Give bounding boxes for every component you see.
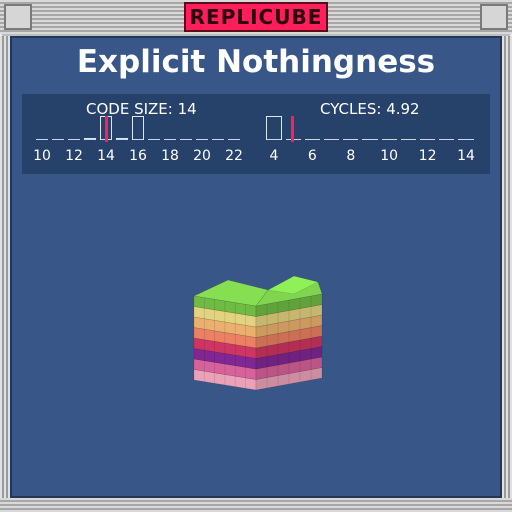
code-size-bin-baseline — [163, 139, 177, 140]
cycles-score-marker — [290, 116, 294, 142]
code-size-bar — [115, 137, 129, 140]
window-corner-left — [4, 4, 32, 30]
code-size-bin-baseline — [179, 139, 193, 140]
cycles-bin-baseline — [381, 139, 397, 140]
cycles-bin-baseline — [362, 139, 378, 140]
cycles-tick-label: 6 — [307, 148, 317, 164]
cycles-bin-baseline — [304, 139, 321, 140]
code-size-tick-label: 20 — [193, 148, 211, 164]
cycles-bin-baseline — [343, 139, 359, 140]
code-size-bin-baseline — [147, 139, 161, 140]
code-size-histogram — [35, 116, 241, 142]
voxel-model[interactable] — [186, 272, 326, 392]
code-size-bin-baseline — [35, 139, 49, 140]
code-size-bin-baseline — [227, 139, 241, 140]
cycles-tick-label: 12 — [418, 148, 437, 164]
cycles-bin-baseline — [400, 139, 417, 140]
code-size-bin-baseline — [195, 139, 209, 140]
code-size-bin-baseline — [51, 139, 65, 140]
cycles-bar — [266, 116, 282, 140]
puzzle-title: Explicit Nothingness — [76, 44, 436, 80]
code-size-tick-label: 10 — [33, 148, 51, 164]
code-size-bin-baseline — [211, 139, 225, 140]
cycles-histogram — [266, 116, 474, 142]
bottom-bar — [0, 498, 512, 512]
cycles-bin-baseline — [458, 139, 474, 140]
code-size-axis: 10 12 14 16 18 20 22 — [33, 148, 243, 166]
cycles-bin-baseline — [323, 139, 340, 140]
cycles-tick-label: 10 — [380, 148, 399, 164]
window-corner-right — [480, 4, 508, 30]
code-size-tick-label: 18 — [161, 148, 179, 164]
code-size-tick-label: 16 — [129, 148, 147, 164]
code-size-bin-baseline — [67, 139, 81, 140]
cycles-bin-baseline — [419, 139, 436, 140]
cycles-bin-baseline — [439, 139, 455, 140]
frame-side-left — [0, 36, 10, 498]
code-size-tick-label: 22 — [225, 148, 243, 164]
code-size-score-marker — [105, 116, 108, 142]
code-size-bar — [131, 116, 145, 140]
cycles-tick-label: 14 — [457, 148, 475, 164]
stats-panel: CODE SIZE: 14 CYCLES: 4.92 10 12 14 16 18 20 2… — [22, 94, 490, 174]
code-size-bar — [83, 137, 97, 140]
cycles-axis: 4 6 8 10 12 14 — [270, 148, 475, 166]
code-size-tick-label: 14 — [97, 148, 115, 164]
code-size-tick-label: 12 — [65, 148, 83, 164]
frame-side-right — [502, 36, 512, 498]
cycles-tick-label: 4 — [269, 148, 279, 164]
app-title: REPLICUBE — [184, 2, 328, 32]
cycles-tick-label: 8 — [346, 148, 356, 164]
